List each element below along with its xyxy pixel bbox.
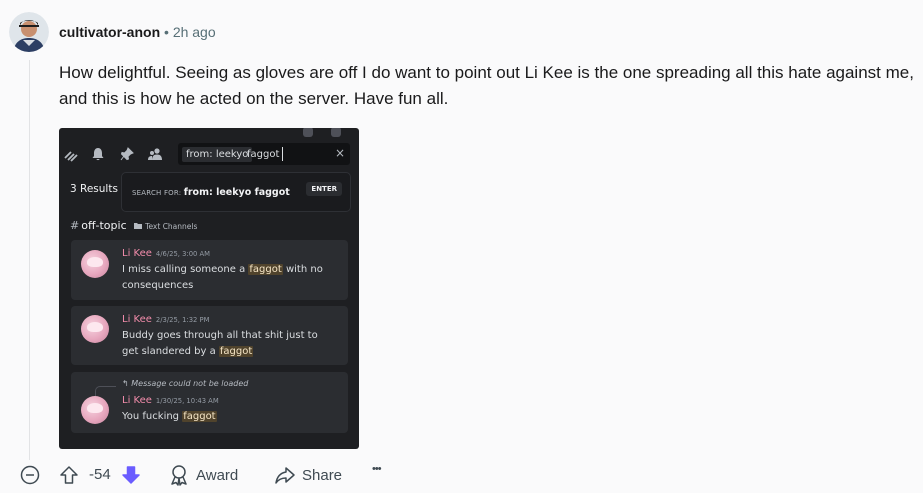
bell-icon xyxy=(92,148,104,161)
message-text: You fucking faggot xyxy=(122,411,217,422)
members-icon xyxy=(148,148,162,160)
upvote-icon xyxy=(60,466,78,484)
clear-search-icon[interactable]: × xyxy=(335,146,345,160)
search-result-message[interactable]: Li Kee 4/6/25, 3:00 AM I miss calling som… xyxy=(71,240,348,300)
cropped-toolbar-marks xyxy=(303,128,359,141)
award-button[interactable]: Award xyxy=(169,464,238,486)
message-text: I miss calling someone a faggot with no … xyxy=(122,264,323,291)
search-result-message[interactable]: Li Kee 2/3/25, 1:32 PM Buddy goes through… xyxy=(71,306,348,365)
channel-category: Text Channels xyxy=(145,222,198,231)
user-avatar[interactable] xyxy=(9,12,49,52)
search-for-label: SEARCH FOR: from: leekyo faggot xyxy=(132,187,290,198)
message-timestamp: 4/6/25, 3:00 AM xyxy=(155,250,211,258)
search-filter-chip: from: leekyo xyxy=(182,147,253,162)
enter-key-badge: ENTER xyxy=(306,182,342,196)
search-input[interactable]: from: leekyo faggot × xyxy=(178,143,350,165)
author-avatar xyxy=(81,250,109,278)
threads-icon xyxy=(64,151,78,162)
reply-preview: ↰ Message could not be loaded xyxy=(122,379,249,388)
message-author: Li Kee 2/3/25, 1:32 PM xyxy=(122,314,210,325)
upvote-button[interactable] xyxy=(58,464,80,486)
share-label: Share xyxy=(302,466,343,484)
thread-line xyxy=(29,60,30,460)
hash-icon: # xyxy=(70,219,80,232)
share-icon xyxy=(275,467,295,484)
author-avatar xyxy=(81,396,109,424)
username-link[interactable]: cultivator-anon xyxy=(59,24,160,40)
separator-dot: • xyxy=(164,24,169,40)
embedded-screenshot[interactable]: from: leekyo faggot × 3 Results SEARCH F… xyxy=(59,128,359,449)
search-suggestion-popup[interactable]: SEARCH FOR: from: leekyo faggot ENTER xyxy=(121,172,351,212)
message-timestamp: 2/3/25, 1:32 PM xyxy=(155,316,210,324)
folder-icon xyxy=(134,223,143,229)
message-author: Li Kee 4/6/25, 3:00 AM xyxy=(122,248,211,259)
search-term: faggot xyxy=(247,149,280,160)
highlighted-term: faggot xyxy=(218,346,254,357)
vote-count: -54 xyxy=(89,466,111,483)
comment-header: cultivator-anon • 2h ago xyxy=(59,23,216,41)
collapse-button[interactable] xyxy=(20,465,40,485)
comment-timestamp[interactable]: 2h ago xyxy=(173,24,216,40)
comment-body: How delightful. Seeing as gloves are off… xyxy=(59,63,914,108)
pin-icon xyxy=(120,147,134,161)
channel-name: off-topic xyxy=(81,219,127,232)
search-result-message[interactable]: ↰ Message could not be loaded Li Kee 1/30… xyxy=(71,372,348,433)
highlighted-term: faggot xyxy=(182,411,217,422)
message-text: Buddy goes through all that shit just to… xyxy=(122,330,318,357)
message-timestamp: 1/30/25, 10:43 AM xyxy=(155,397,219,405)
share-button[interactable]: Share xyxy=(274,464,342,486)
more-options-button[interactable]: ••• xyxy=(372,463,382,475)
message-author: Li Kee 1/30/25, 10:43 AM xyxy=(122,395,219,406)
award-label: Award xyxy=(196,466,239,484)
downvote-button[interactable] xyxy=(120,464,142,486)
downvote-icon xyxy=(122,466,140,484)
search-query: from: leekyo faggot xyxy=(183,187,290,198)
highlighted-term: faggot xyxy=(248,264,283,275)
collapse-icon xyxy=(20,465,40,485)
reply-connector xyxy=(95,386,116,397)
channel-heading: # off-topic Text Channels xyxy=(70,219,197,232)
award-icon xyxy=(171,465,187,486)
results-count: 3 Results xyxy=(70,183,118,195)
text-cursor xyxy=(282,147,283,161)
author-avatar xyxy=(81,315,109,343)
